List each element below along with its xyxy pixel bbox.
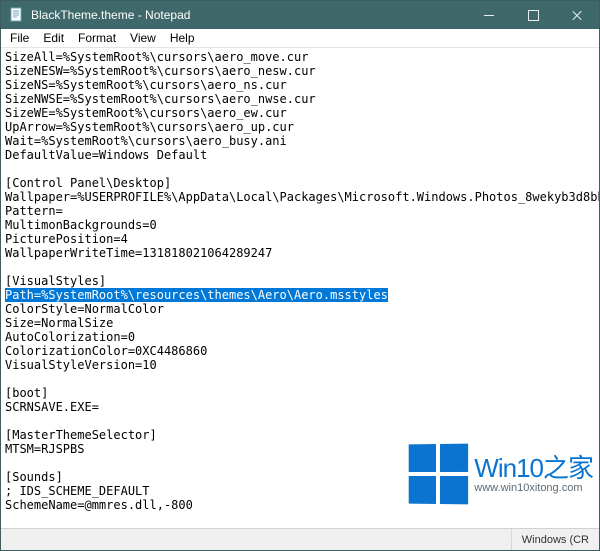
editor-line[interactable]: Wallpaper=%USERPROFILE%\AppData\Local\Pa… [5, 190, 595, 204]
editor-line[interactable]: WallpaperWriteTime=131818021064289247 [5, 246, 595, 260]
menu-format[interactable]: Format [71, 30, 123, 46]
menu-help[interactable]: Help [163, 30, 202, 46]
editor-line[interactable]: SizeNS=%SystemRoot%\cursors\aero_ns.cur [5, 78, 595, 92]
editor-line[interactable]: SizeWE=%SystemRoot%\cursors\aero_ew.cur [5, 106, 595, 120]
editor-line[interactable]: Path=%SystemRoot%\resources\themes\Aero\… [5, 288, 595, 302]
window-title: BlackTheme.theme - Notepad [31, 8, 467, 22]
editor-line[interactable]: VisualStyleVersion=10 [5, 358, 595, 372]
editor-line[interactable]: SCRNSAVE.EXE= [5, 400, 595, 414]
editor-line[interactable] [5, 372, 595, 386]
status-encoding: Windows (CR [511, 529, 599, 550]
maximize-button[interactable] [511, 1, 555, 29]
editor-line[interactable]: [VisualStyles] [5, 274, 595, 288]
status-bar: Windows (CR [1, 528, 599, 550]
title-bar[interactable]: BlackTheme.theme - Notepad [1, 1, 599, 29]
menu-edit[interactable]: Edit [36, 30, 71, 46]
editor-line[interactable] [5, 414, 595, 428]
notepad-window: BlackTheme.theme - Notepad File Edit For… [0, 0, 600, 551]
editor-line[interactable]: Pattern= [5, 204, 595, 218]
menu-bar: File Edit Format View Help [1, 29, 599, 48]
editor-line[interactable]: SizeNESW=%SystemRoot%\cursors\aero_nesw.… [5, 64, 595, 78]
editor-line[interactable]: UpArrow=%SystemRoot%\cursors\aero_up.cur [5, 120, 595, 134]
selected-text[interactable]: Path=%SystemRoot%\resources\themes\Aero\… [5, 288, 388, 302]
editor-line[interactable]: [Sounds] [5, 470, 595, 484]
editor-line[interactable]: SizeNWSE=%SystemRoot%\cursors\aero_nwse.… [5, 92, 595, 106]
minimize-button[interactable] [467, 1, 511, 29]
editor-line[interactable]: SchemeName=@mmres.dll,-800 [5, 498, 595, 512]
editor-line[interactable]: [boot] [5, 386, 595, 400]
editor-line[interactable]: SizeAll=%SystemRoot%\cursors\aero_move.c… [5, 50, 595, 64]
editor-line[interactable]: Wait=%SystemRoot%\cursors\aero_busy.ani [5, 134, 595, 148]
editor-line[interactable]: DefaultValue=Windows Default [5, 148, 595, 162]
editor-line[interactable] [5, 456, 595, 470]
window-controls [467, 1, 599, 29]
notepad-icon [9, 7, 25, 23]
editor-line[interactable]: MTSM=RJSPBS [5, 442, 595, 456]
text-editor[interactable]: SizeAll=%SystemRoot%\cursors\aero_move.c… [1, 48, 599, 528]
editor-line[interactable] [5, 162, 595, 176]
menu-file[interactable]: File [3, 30, 36, 46]
editor-line[interactable]: PicturePosition=4 [5, 232, 595, 246]
editor-line[interactable]: MultimonBackgrounds=0 [5, 218, 595, 232]
editor-line[interactable] [5, 260, 595, 274]
editor-line[interactable]: [MasterThemeSelector] [5, 428, 595, 442]
editor-content[interactable]: SizeAll=%SystemRoot%\cursors\aero_move.c… [1, 48, 599, 514]
editor-line[interactable]: ColorStyle=NormalColor [5, 302, 595, 316]
editor-line[interactable]: [Control Panel\Desktop] [5, 176, 595, 190]
close-button[interactable] [555, 1, 599, 29]
editor-line[interactable]: AutoColorization=0 [5, 330, 595, 344]
editor-line[interactable]: ColorizationColor=0XC4486860 [5, 344, 595, 358]
editor-line[interactable]: Size=NormalSize [5, 316, 595, 330]
menu-view[interactable]: View [123, 30, 163, 46]
editor-line[interactable]: ; IDS_SCHEME_DEFAULT [5, 484, 595, 498]
